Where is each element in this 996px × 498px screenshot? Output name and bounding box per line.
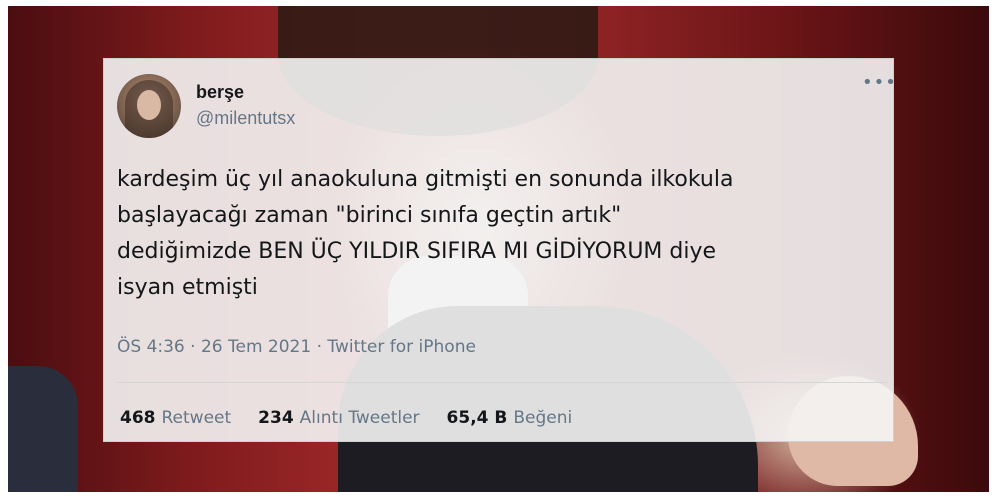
retweets-label: Retweet xyxy=(161,408,232,428)
quotes-stat[interactable]: 234 Alıntı Tweetler xyxy=(258,408,419,428)
divider xyxy=(117,382,887,383)
tweet-stats: 468 Retweet 234 Alıntı Tweetler 65,4 B B… xyxy=(120,408,572,428)
quotes-count: 234 xyxy=(258,408,294,428)
retweets-stat[interactable]: 468 Retweet xyxy=(120,408,231,428)
avatar[interactable] xyxy=(117,74,181,138)
more-horizontal-icon[interactable]: ••• xyxy=(862,73,896,93)
likes-count: 65,4 B xyxy=(446,408,508,428)
user-handle[interactable]: @milentutsx xyxy=(196,108,295,129)
quotes-label: Alıntı Tweetler xyxy=(299,408,420,428)
photo-left-figure xyxy=(8,366,78,492)
likes-label: Beğeni xyxy=(513,408,573,428)
tweet-text: kardeşim üç yıl anaokuluna gitmişti en s… xyxy=(117,167,734,300)
tweet-card: berşe @milentutsx ••• kardeşim üç yıl an… xyxy=(103,58,896,442)
image-frame: berşe @milentutsx ••• kardeşim üç yıl an… xyxy=(0,0,996,498)
tweet-timestamp[interactable]: ÖS 4:36 · 26 Tem 2021 · Twitter for iPho… xyxy=(117,337,476,357)
display-name[interactable]: berşe xyxy=(196,82,244,103)
likes-stat[interactable]: 65,4 B Beğeni xyxy=(447,408,573,428)
avatar-face xyxy=(137,90,161,120)
retweets-count: 468 xyxy=(120,408,156,428)
